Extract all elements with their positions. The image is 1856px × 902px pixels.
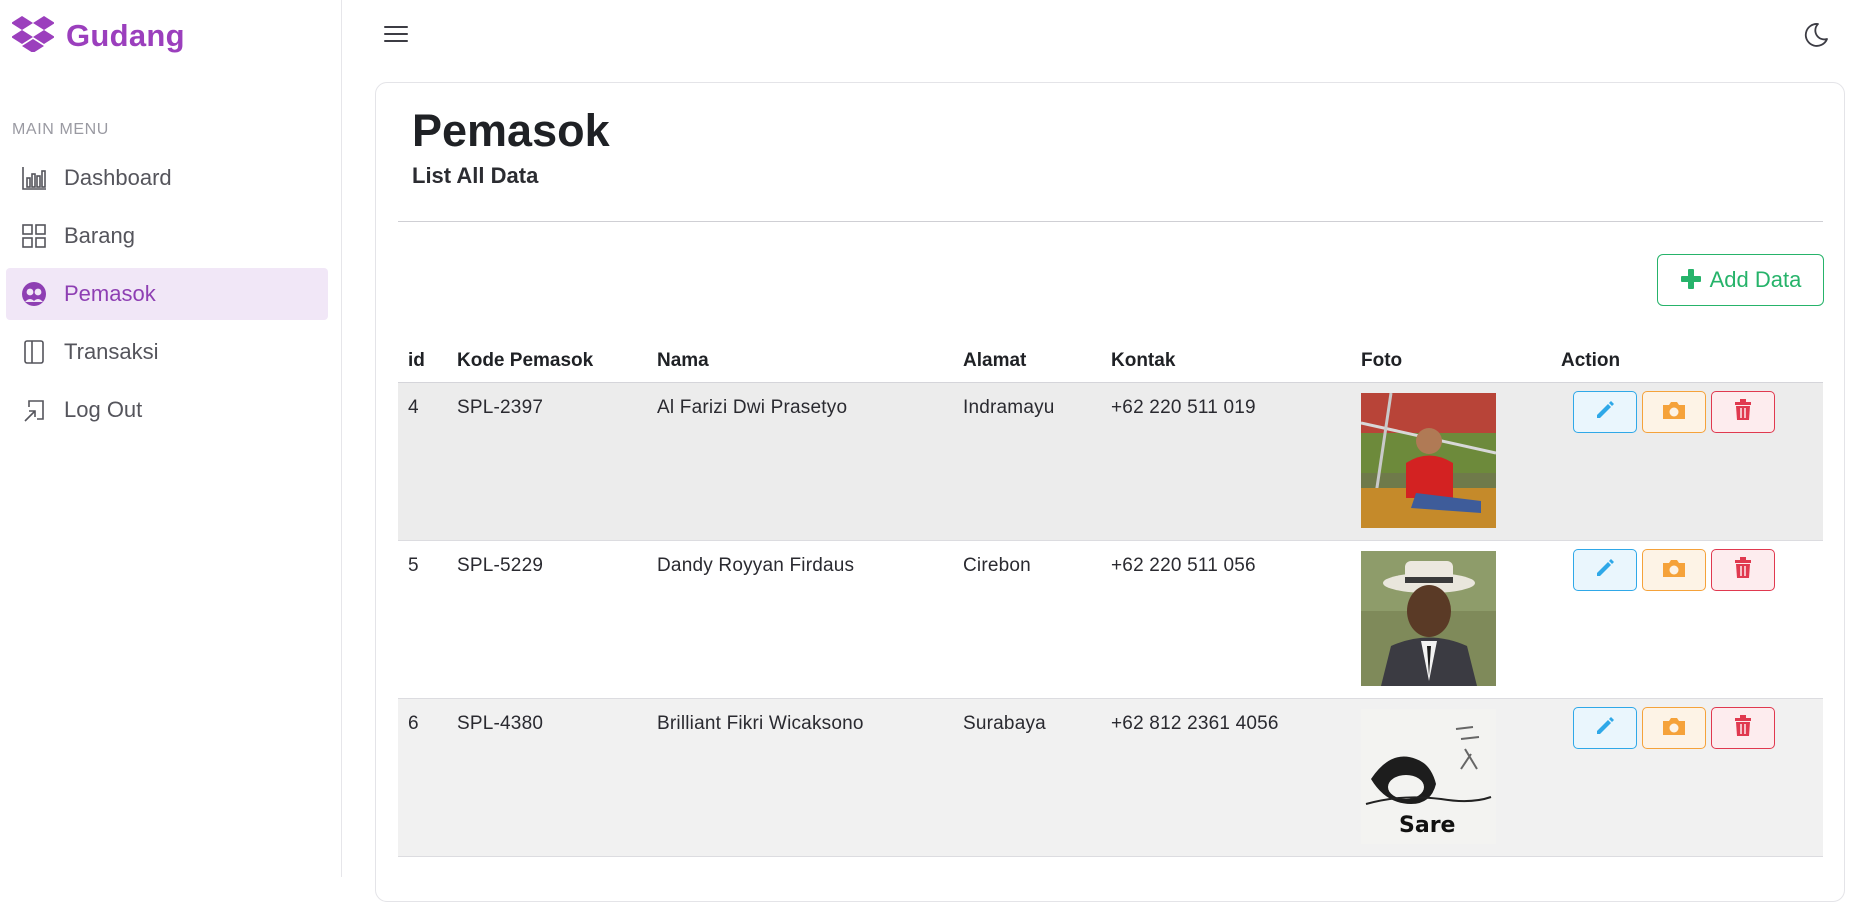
dropbox-logo-icon	[11, 15, 55, 57]
edit-button[interactable]	[1573, 707, 1637, 749]
supplier-photo	[1361, 551, 1496, 686]
sidebar-item-label: Dashboard	[64, 165, 172, 190]
plus-icon	[1680, 268, 1702, 293]
cell-nama: Brilliant Fikri Wicaksono	[657, 713, 864, 734]
menu-caption: MAIN MENU	[12, 121, 109, 138]
column-header-kontak: Kontak	[1111, 349, 1176, 371]
table-body: 4 SPL-2397 Al Farizi Dwi Prasetyo Indram…	[398, 383, 1823, 857]
photo-caption: Sare	[1399, 813, 1456, 838]
cell-foto	[1351, 383, 1551, 540]
divider	[398, 221, 1823, 222]
trash-icon	[1733, 556, 1753, 584]
page-title: Pemasok	[412, 105, 610, 156]
cell-id: 4	[408, 397, 419, 418]
add-data-label: Add Data	[1709, 267, 1802, 292]
table-row: 4 SPL-2397 Al Farizi Dwi Prasetyo Indram…	[398, 383, 1823, 541]
table-header: id Kode Pemasok Nama Alamat Kontak Foto …	[398, 339, 1823, 383]
photo-button[interactable]	[1642, 549, 1706, 591]
sidebar-item-label: Barang	[64, 223, 135, 248]
cell-kontak: +62 220 511 056	[1111, 555, 1256, 576]
column-header-nama: Nama	[657, 349, 709, 371]
people-icon	[20, 280, 48, 308]
sidebar-item-label: Pemasok	[64, 281, 156, 306]
sidebar-nav: Dashboard Barang Pemasok Transaksi Log O…	[6, 152, 328, 442]
sidebar-item-barang[interactable]: Barang	[6, 210, 328, 262]
camera-icon	[1661, 715, 1687, 742]
cell-id: 5	[408, 555, 419, 576]
cell-kode: SPL-2397	[457, 397, 544, 418]
hamburger-icon[interactable]	[384, 22, 412, 46]
column-header-alamat: Alamat	[963, 349, 1027, 371]
cell-kode: SPL-4380	[457, 713, 544, 734]
cell-alamat: Indramayu	[963, 397, 1055, 418]
pencil-icon	[1594, 399, 1616, 426]
delete-button[interactable]	[1711, 549, 1775, 591]
column-header-action: Action	[1561, 349, 1621, 371]
trash-icon	[1733, 398, 1753, 426]
table-row: 6 SPL-4380 Brilliant Fikri Wicaksono Sur…	[398, 699, 1823, 857]
camera-icon	[1661, 557, 1687, 584]
sidebar-item-transaksi[interactable]: Transaksi	[6, 326, 328, 378]
cell-kontak: +62 220 511 019	[1111, 397, 1256, 418]
logout-icon	[20, 396, 48, 424]
delete-button[interactable]	[1711, 391, 1775, 433]
cell-action	[1551, 383, 1823, 540]
table-row: 5 SPL-5229 Dandy Royyan Firdaus Cirebon …	[398, 541, 1823, 699]
trash-icon	[1733, 714, 1753, 742]
cell-foto	[1351, 541, 1551, 698]
sidebar-item-pemasok[interactable]: Pemasok	[6, 268, 328, 320]
book-icon	[20, 338, 48, 366]
pencil-icon	[1594, 557, 1616, 584]
cell-foto: Sare	[1351, 699, 1551, 856]
cell-action	[1551, 541, 1823, 698]
cell-alamat: Surabaya	[963, 713, 1046, 734]
moon-icon[interactable]	[1800, 20, 1832, 52]
column-header-id: id	[408, 349, 425, 371]
grid-icon	[20, 222, 48, 250]
cell-id: 6	[408, 713, 419, 734]
camera-icon	[1661, 399, 1687, 426]
sidebar-item-label: Transaksi	[64, 339, 159, 364]
add-data-button[interactable]: Add Data	[1657, 254, 1824, 306]
chart-bars-icon	[20, 164, 48, 192]
cell-alamat: Cirebon	[963, 555, 1031, 576]
cell-kode: SPL-5229	[457, 555, 544, 576]
column-header-foto: Foto	[1361, 349, 1403, 371]
supplier-photo	[1361, 393, 1496, 528]
cell-action	[1551, 699, 1823, 856]
sidebar-item-label: Log Out	[64, 397, 143, 422]
sidebar: Gudang MAIN MENU Dashboard Barang Pemaso…	[0, 0, 342, 877]
content-card: Pemasok List All Data Add Data id Kode P…	[375, 82, 1845, 902]
sidebar-item-dashboard[interactable]: Dashboard	[6, 152, 328, 204]
column-header-kode: Kode Pemasok	[457, 349, 594, 371]
supplier-photo: Sare	[1361, 709, 1496, 844]
brand[interactable]: Gudang	[11, 14, 185, 58]
cell-kontak: +62 812 2361 4056	[1111, 713, 1279, 734]
sidebar-item-logout[interactable]: Log Out	[6, 384, 328, 436]
brand-name: Gudang	[66, 18, 185, 53]
photo-button[interactable]	[1642, 707, 1706, 749]
delete-button[interactable]	[1711, 707, 1775, 749]
pemasok-table: id Kode Pemasok Nama Alamat Kontak Foto …	[398, 339, 1823, 857]
page-subtitle: List All Data	[412, 163, 539, 188]
photo-button[interactable]	[1642, 391, 1706, 433]
cell-nama: Dandy Royyan Firdaus	[657, 555, 855, 576]
cell-nama: Al Farizi Dwi Prasetyo	[657, 397, 848, 418]
pencil-icon	[1594, 715, 1616, 742]
edit-button[interactable]	[1573, 391, 1637, 433]
edit-button[interactable]	[1573, 549, 1637, 591]
